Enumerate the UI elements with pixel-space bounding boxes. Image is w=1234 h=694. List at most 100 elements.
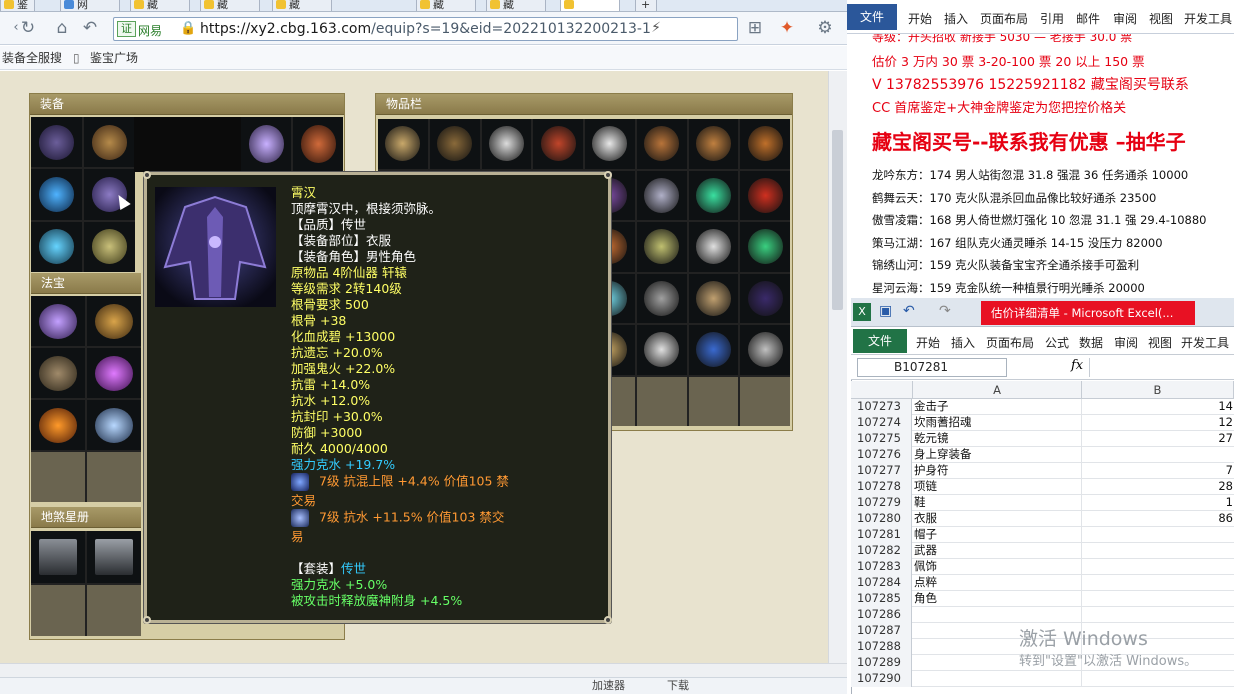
- row-number[interactable]: 107274: [851, 415, 912, 431]
- word-tab[interactable]: 邮件: [1076, 10, 1100, 27]
- horizontal-scrollbar[interactable]: [0, 663, 847, 677]
- browser-tab[interactable]: 鉴: [0, 0, 35, 11]
- bag-slot[interactable]: [378, 119, 428, 169]
- equip-slot[interactable]: [31, 221, 82, 272]
- cell-a[interactable]: 项链: [914, 479, 1082, 495]
- cell-a[interactable]: 佩饰: [914, 559, 1082, 575]
- grid-icon[interactable]: ⊞: [745, 18, 765, 38]
- address-bar[interactable]: 证 网易 🔒 https://xy2.cbg.163.com/equip?s=1…: [113, 17, 738, 41]
- tools-icon[interactable]: ⚙: [815, 18, 835, 38]
- bag-slot-empty[interactable]: [740, 376, 790, 426]
- save-icon[interactable]: ▣: [879, 303, 892, 319]
- row-number[interactable]: 107276: [851, 447, 912, 463]
- cell-a[interactable]: 金击子: [914, 399, 1082, 415]
- equip-slot[interactable]: [84, 169, 135, 220]
- row-number[interactable]: 107284: [851, 575, 912, 591]
- bag-slot[interactable]: [636, 325, 687, 375]
- excel-tab[interactable]: 视图: [1148, 334, 1172, 351]
- row-number[interactable]: 107275: [851, 431, 912, 447]
- new-tab-button[interactable]: +: [635, 0, 657, 11]
- excel-tab[interactable]: 页面布局: [986, 334, 1034, 351]
- browser-tab[interactable]: 网: [60, 0, 120, 11]
- row-number[interactable]: 107281: [851, 527, 912, 543]
- bag-slot[interactable]: [688, 273, 739, 323]
- bag-slot[interactable]: [740, 222, 790, 272]
- row-number[interactable]: 107282: [851, 543, 912, 559]
- cell-b[interactable]: 27: [1082, 431, 1234, 447]
- bag-slot[interactable]: [481, 119, 532, 169]
- bag-slot[interactable]: [688, 170, 739, 220]
- bag-slot-empty[interactable]: [636, 376, 687, 426]
- cell-a[interactable]: 护身符: [914, 463, 1082, 479]
- excel-tab[interactable]: 开发工具: [1181, 334, 1229, 351]
- bag-slot[interactable]: [636, 119, 687, 169]
- disha-slot[interactable]: [87, 531, 141, 583]
- game-icon[interactable]: ✦: [777, 18, 797, 38]
- equip-slot[interactable]: [84, 117, 135, 168]
- row-number[interactable]: 107283: [851, 559, 912, 575]
- bag-slot[interactable]: [688, 119, 739, 169]
- home-icon[interactable]: ⌂: [52, 18, 72, 38]
- fabao-slot[interactable]: [31, 400, 85, 450]
- cell-b[interactable]: [1082, 607, 1234, 623]
- bag-slot[interactable]: [688, 222, 739, 272]
- scrollbar-thumb[interactable]: [832, 130, 843, 310]
- bag-slot[interactable]: [740, 170, 790, 220]
- fabao-slot[interactable]: [87, 296, 141, 346]
- disha-slot[interactable]: [31, 531, 85, 583]
- disha-slot-empty[interactable]: [31, 584, 85, 636]
- word-document[interactable]: 等级：开头招收 新接手 5030 — 老接手 30.0 票 估价 3 万内 30…: [848, 34, 1234, 296]
- row-number[interactable]: 107279: [851, 495, 912, 511]
- equip-slot[interactable]: [31, 169, 82, 220]
- equip-slot[interactable]: [293, 117, 343, 171]
- browser-tab[interactable]: 藏: [130, 0, 190, 11]
- bag-slot[interactable]: [688, 325, 739, 375]
- redo-icon[interactable]: ↷: [939, 303, 951, 319]
- excel-tab[interactable]: 公式: [1045, 334, 1069, 351]
- browser-tab[interactable]: 藏: [200, 0, 260, 11]
- select-all-corner[interactable]: [851, 381, 913, 399]
- equip-slot[interactable]: [31, 117, 82, 168]
- cell-b[interactable]: 7: [1082, 463, 1234, 479]
- cell-b[interactable]: 28: [1082, 479, 1234, 495]
- word-tab[interactable]: 页面布局: [980, 10, 1028, 27]
- bookmark-item[interactable]: 鉴宝广场: [90, 46, 138, 70]
- word-tab[interactable]: 插入: [944, 10, 968, 27]
- bag-slot[interactable]: [533, 119, 583, 169]
- cell-a[interactable]: 鞋: [914, 495, 1082, 511]
- cell-b[interactable]: [1082, 591, 1234, 607]
- bag-slot[interactable]: [636, 273, 687, 323]
- word-tab[interactable]: 审阅: [1113, 10, 1137, 27]
- cell-a[interactable]: 坎雨蓍招魂: [914, 415, 1082, 431]
- bag-slot[interactable]: [429, 119, 480, 169]
- cell-a[interactable]: 武器: [914, 543, 1082, 559]
- cell-b[interactable]: [1082, 447, 1234, 463]
- excel-file-tab[interactable]: 文件: [853, 329, 907, 353]
- excel-tab[interactable]: 数据: [1079, 334, 1103, 351]
- bag-slot[interactable]: [636, 222, 687, 272]
- browser-tab[interactable]: 藏: [486, 0, 546, 11]
- row-number[interactable]: 107273: [851, 399, 912, 415]
- row-number[interactable]: 107285: [851, 591, 912, 607]
- fabao-slot-empty[interactable]: [31, 452, 85, 502]
- bag-slot[interactable]: [636, 170, 687, 220]
- bag-slot[interactable]: [740, 273, 790, 323]
- name-box[interactable]: B107281: [857, 358, 1007, 377]
- equip-slot[interactable]: [241, 117, 291, 171]
- cell-a[interactable]: 乾元镜: [914, 431, 1082, 447]
- bag-slot[interactable]: [740, 325, 790, 375]
- undo-icon[interactable]: ↶: [903, 303, 915, 319]
- row-number[interactable]: 107289: [851, 655, 912, 671]
- excel-tab[interactable]: 插入: [951, 334, 975, 351]
- fabao-slot[interactable]: [87, 348, 141, 398]
- fabao-slot[interactable]: [87, 400, 141, 450]
- fx-icon[interactable]: fx: [1071, 358, 1083, 373]
- row-number[interactable]: 107286: [851, 607, 912, 623]
- bag-slot[interactable]: [585, 119, 635, 169]
- undo-icon[interactable]: ↶: [80, 18, 100, 38]
- cell-b[interactable]: [1082, 543, 1234, 559]
- fabao-slot[interactable]: [31, 348, 85, 398]
- cell-a[interactable]: [914, 671, 1082, 687]
- row-number[interactable]: 107278: [851, 479, 912, 495]
- refresh-icon[interactable]: ↻: [18, 18, 38, 38]
